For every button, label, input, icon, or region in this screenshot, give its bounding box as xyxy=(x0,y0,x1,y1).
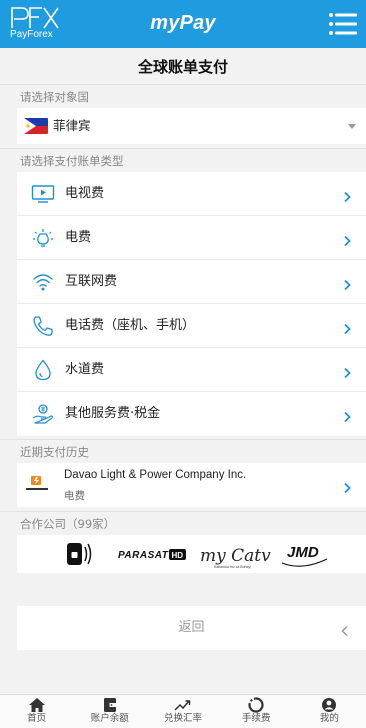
hamburger-menu-icon xyxy=(329,13,357,35)
wallet-icon xyxy=(103,698,116,712)
tv-icon xyxy=(31,183,55,205)
wifi-icon xyxy=(31,271,55,293)
bill-type-phone[interactable]: 电话费（座机、手机） xyxy=(17,304,366,348)
phone-icon xyxy=(31,315,55,337)
back-button[interactable]: 返回 xyxy=(17,606,366,650)
parasat-logo[interactable]: PARASAT HD xyxy=(118,549,186,561)
bill-type-internet[interactable]: 互联网费 xyxy=(17,260,366,304)
tab-label: 兑换汇率 xyxy=(164,713,203,724)
bill-type-tv[interactable]: 电视费 xyxy=(17,172,366,216)
chevron-right-icon xyxy=(342,320,352,335)
history-category: 电费 xyxy=(64,490,85,502)
mycatv-tagline: Kabandia mo sa Buhay! xyxy=(214,565,251,569)
bill-type-electricity[interactable]: 电费 xyxy=(17,216,366,260)
parasat-text: PARASAT xyxy=(118,550,169,561)
partners-section-label: 合作公司（99家） xyxy=(0,511,366,535)
chevron-right-icon xyxy=(342,188,352,203)
water-drop-icon xyxy=(31,359,55,381)
bill-type-label: 互联网费 xyxy=(65,274,118,289)
chevron-right-icon xyxy=(342,276,352,291)
chevron-right-icon xyxy=(342,479,352,494)
philippines-flag-icon xyxy=(24,118,48,134)
lightbulb-icon xyxy=(31,227,55,249)
circle-arrows-icon xyxy=(248,697,264,713)
country-section-label: 请选择对象国 xyxy=(0,84,366,108)
bill-type-list: 电视费 电费 互联网费 电话费（座机、手机） 水道费 其他服务费·税金 xyxy=(17,172,366,436)
chevron-right-icon xyxy=(342,408,352,423)
back-label: 返回 xyxy=(178,620,205,635)
mycatv-text: my Catv xyxy=(200,546,271,566)
parasat-hd-badge: HD xyxy=(172,551,184,560)
bill-type-other[interactable]: 其他服务费·税金 xyxy=(17,392,366,436)
header-bar: PayForex myPay xyxy=(0,0,366,48)
tab-label: 账户余额 xyxy=(90,713,129,724)
history-section-label: 近期支付历史 xyxy=(0,439,366,463)
history-item[interactable]: Davao Light & Power Company Inc. 电费 xyxy=(17,463,366,507)
menu-button[interactable] xyxy=(328,10,358,38)
davao-light-logo xyxy=(25,475,49,493)
page-title: 全球账单支付 xyxy=(0,48,366,86)
partner-logos: PARASAT HD my Catv Kabandia mo sa Buhay!… xyxy=(17,535,366,573)
home-icon xyxy=(28,698,45,712)
bottom-tab-bar: 首页 账户余额 兑换汇率 手续费 我的 xyxy=(0,694,366,728)
tab-home[interactable]: 首页 xyxy=(0,695,73,728)
tab-fees[interactable]: 手续费 xyxy=(220,695,293,728)
bill-type-label: 电费 xyxy=(65,230,92,245)
bill-type-label: 电视费 xyxy=(65,186,105,201)
tab-balance[interactable]: 账户余额 xyxy=(73,695,146,728)
selected-country: 菲律宾 xyxy=(53,118,91,133)
chevron-right-icon xyxy=(342,232,352,247)
bill-type-label: 水道费 xyxy=(65,362,105,377)
tab-profile[interactable]: 我的 xyxy=(293,695,366,728)
bill-section-label: 请选择支付账单类型 xyxy=(0,148,366,172)
tab-exchange-rate[interactable]: 兑换汇率 xyxy=(146,695,219,728)
country-select[interactable]: 菲律宾 xyxy=(17,108,366,144)
user-icon xyxy=(322,698,337,712)
chevron-right-icon xyxy=(342,364,352,379)
tab-label: 首页 xyxy=(27,713,47,724)
jmd-logo[interactable]: JMD xyxy=(281,544,328,567)
bill-type-label: 其他服务费·税金 xyxy=(65,406,161,421)
chevron-left-icon xyxy=(340,622,350,637)
brand-title: myPay xyxy=(150,12,216,34)
trend-up-icon xyxy=(174,700,191,711)
tab-label: 手续费 xyxy=(241,713,271,724)
jmd-text: JMD xyxy=(287,544,319,561)
tab-label: 我的 xyxy=(319,713,339,724)
mycatv-logo[interactable]: my Catv Kabandia mo sa Buhay! xyxy=(200,546,271,569)
globe-logo[interactable] xyxy=(67,543,92,565)
app-root: PayForex myPay 全球账单支付 请选择对象国 菲律宾 请选择支付账单… xyxy=(0,0,366,728)
service-tax-icon xyxy=(31,403,55,425)
bill-type-label: 电话费（座机、手机） xyxy=(65,318,196,333)
bill-type-water[interactable]: 水道费 xyxy=(17,348,366,392)
history-company-name: Davao Light & Power Company Inc. xyxy=(64,469,247,481)
dropdown-caret-icon xyxy=(348,124,356,129)
